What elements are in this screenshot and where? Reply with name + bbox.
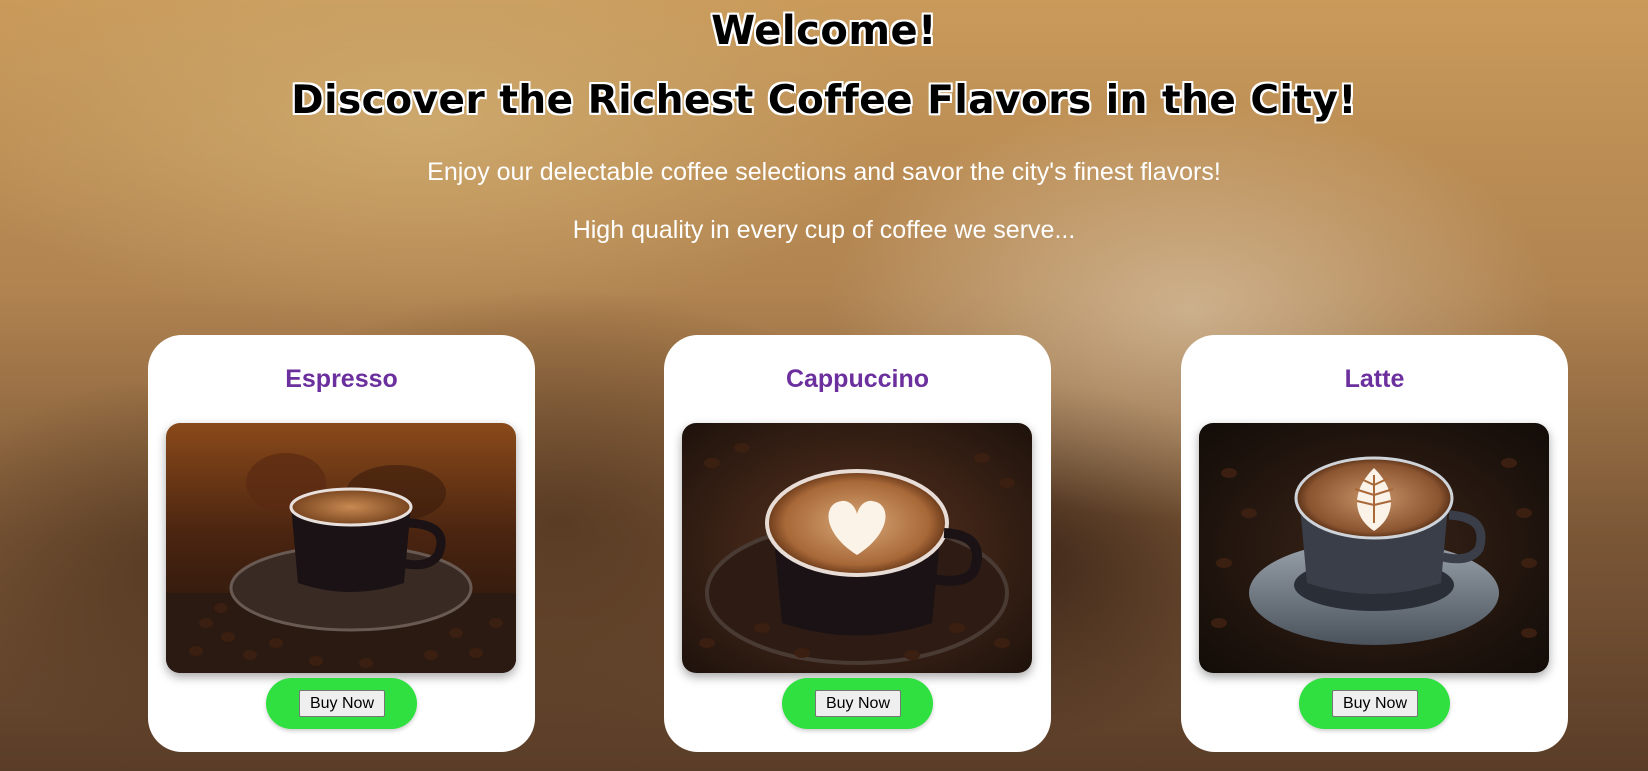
buy-now-pill: Buy Now [266, 678, 417, 729]
product-title: Latte [1344, 365, 1405, 393]
buy-now-button-cappuccino[interactable]: Buy Now [815, 690, 901, 717]
tagline-1: Enjoy our delectable coffee selections a… [427, 158, 1221, 186]
product-card-latte: Latte Buy Now [1181, 335, 1568, 752]
cappuccino-image [682, 423, 1032, 673]
buy-now-button-espresso[interactable]: Buy Now [299, 690, 385, 717]
latte-image [1199, 423, 1549, 673]
tagline-2: High quality in every cup of coffee we s… [572, 216, 1076, 244]
buy-now-pill: Buy Now [1299, 678, 1450, 729]
buy-now-button-latte[interactable]: Buy Now [1332, 690, 1418, 717]
product-title: Espresso [285, 365, 398, 393]
product-card-cappuccino: Cappuccino Buy Now [664, 335, 1051, 752]
product-card-espresso: Espresso Buy Now [148, 335, 535, 752]
headline: Discover the Richest Coffee Flavors in t… [291, 78, 1357, 123]
product-title: Cappuccino [785, 365, 930, 393]
buy-now-pill: Buy Now [782, 678, 933, 729]
welcome-heading: Welcome! [711, 8, 937, 54]
espresso-image [166, 423, 516, 673]
